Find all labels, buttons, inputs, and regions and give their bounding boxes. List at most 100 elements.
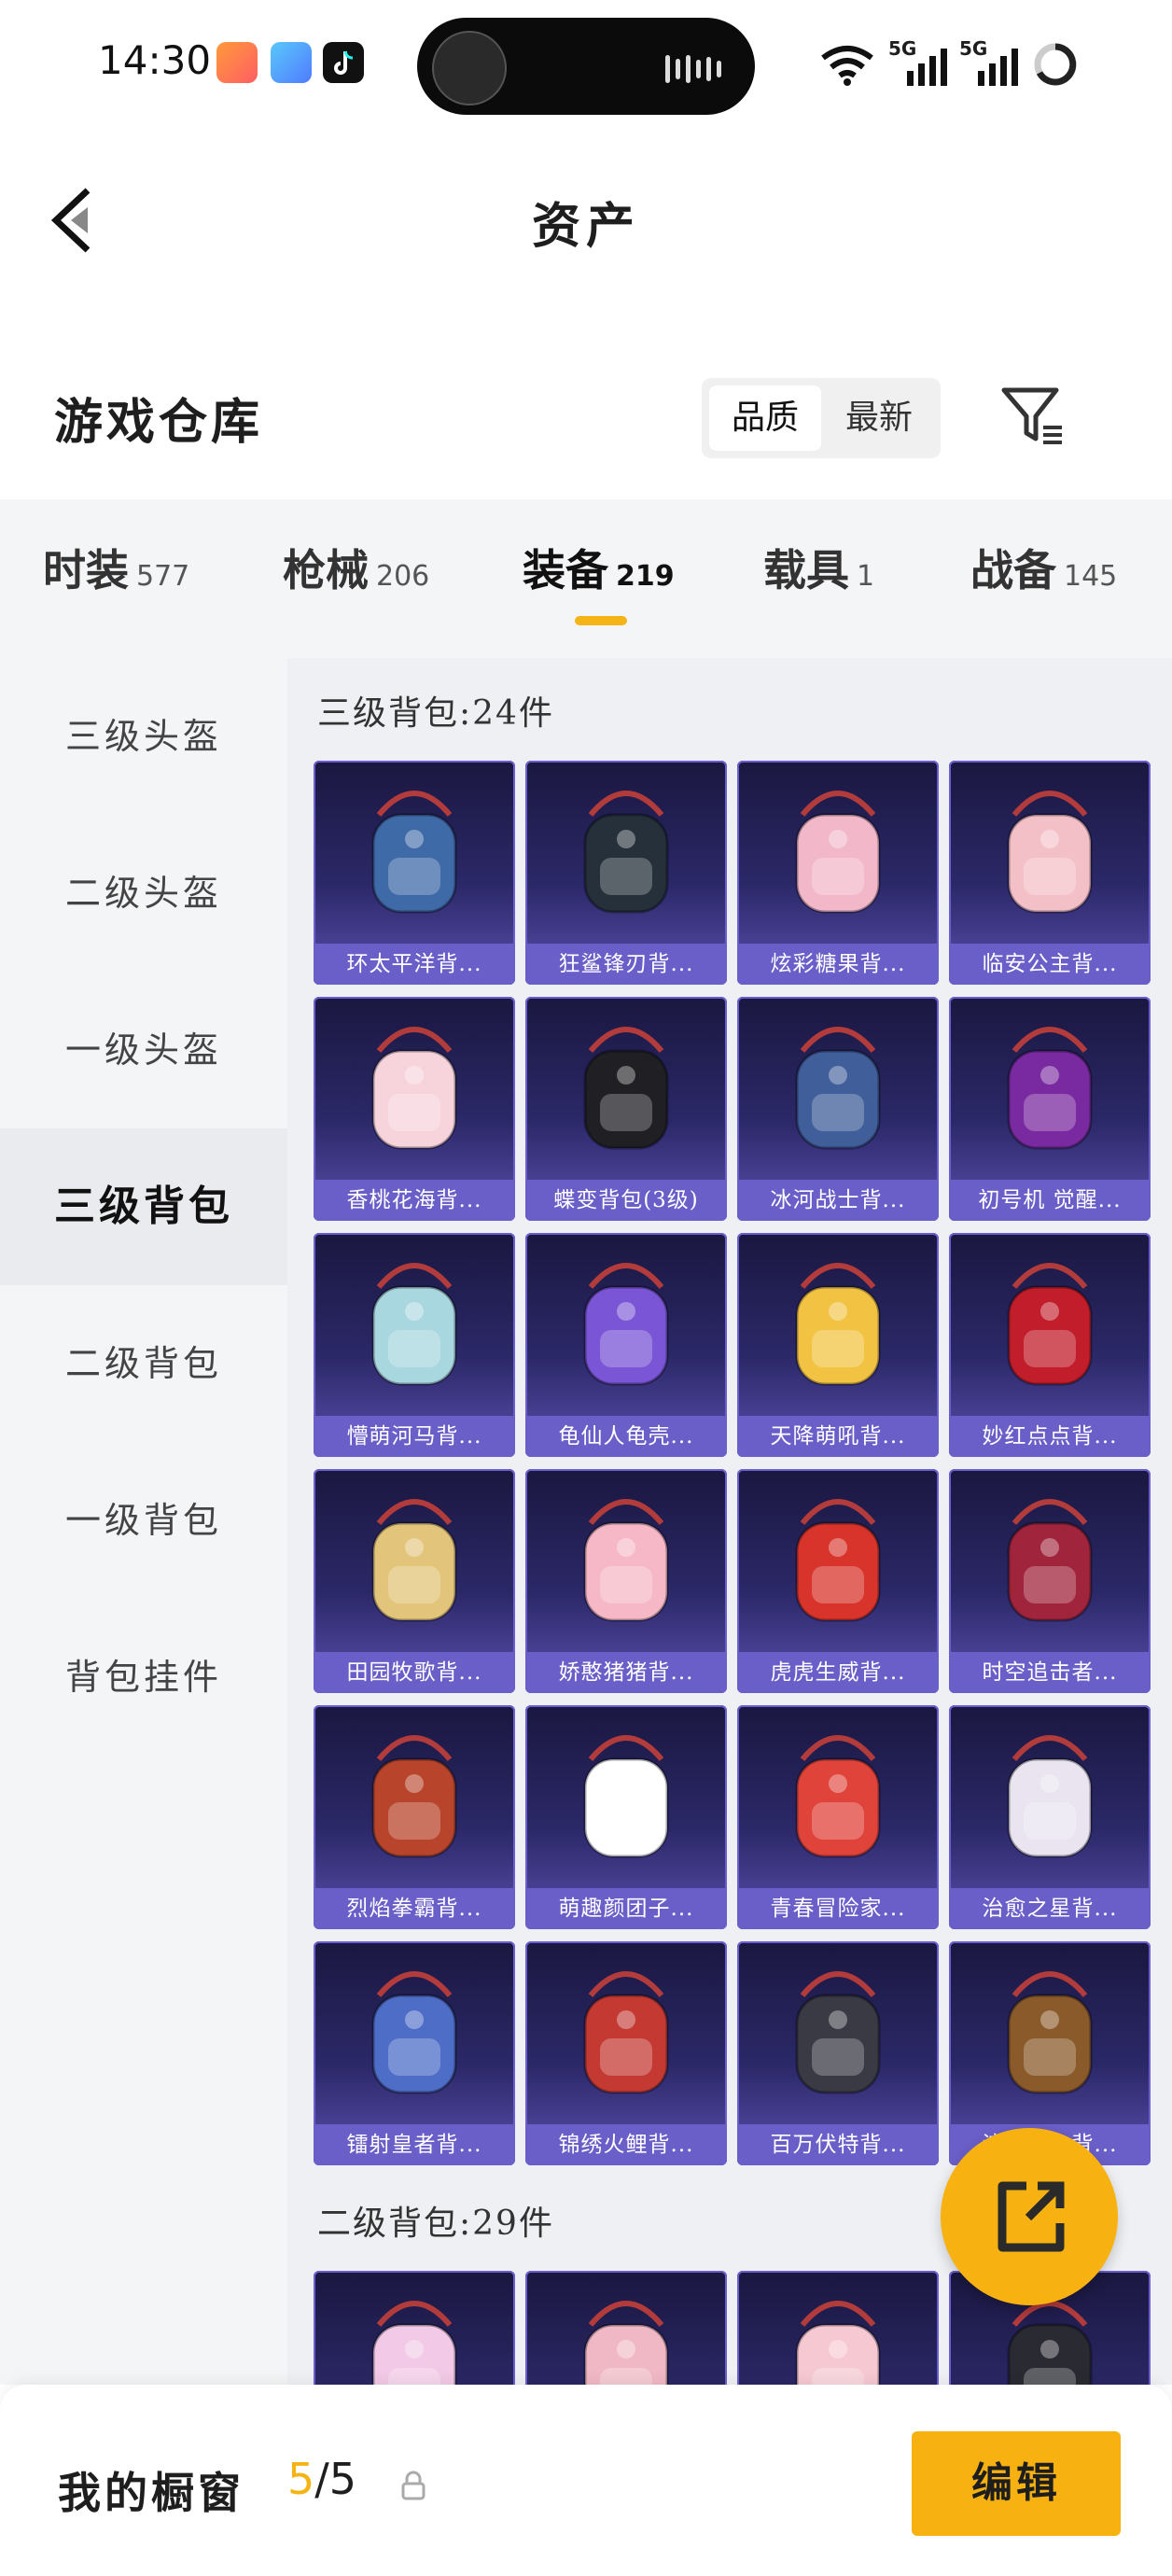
filter-icon[interactable] (998, 383, 1066, 450)
item-card[interactable]: 百万伏特背... (737, 1941, 939, 2165)
item-card[interactable]: 萌趣颜团子... (525, 1705, 727, 1929)
item-name: 初号机 觉醒... (949, 1180, 1151, 1221)
item-name: 蝶变背包(3级) (525, 1180, 727, 1221)
backpack-icon (795, 791, 881, 914)
item-card[interactable]: 初号机 觉醒... (949, 997, 1151, 1221)
backpack-icon (371, 1499, 457, 1622)
item-name: 时空追击者... (949, 1652, 1151, 1693)
share-button[interactable] (941, 2128, 1118, 2305)
music-cover-icon (432, 31, 507, 105)
item-name: 烈焰拳霸背... (314, 1888, 515, 1929)
item-card[interactable]: 锦绣火鲤背... (525, 1941, 727, 2165)
item-name: 萌趣颜团子... (525, 1888, 727, 1929)
tiktok-app-icon (323, 42, 364, 83)
group-title-level2-backpack: 二级背包:29件 (317, 2205, 554, 2243)
sort-toggle: 品质 最新 (702, 378, 941, 458)
item-card[interactable] (314, 2271, 515, 2385)
item-card[interactable]: 环太平洋背... (314, 761, 515, 985)
battery-ring-icon (1034, 43, 1077, 86)
backpack-icon (1007, 1735, 1093, 1858)
dynamic-island (417, 18, 755, 115)
item-name: 炫彩糖果背... (737, 944, 939, 985)
wifi-icon (821, 46, 873, 86)
item-card[interactable]: 田园牧歌背... (314, 1469, 515, 1693)
item-card[interactable]: 妙红点点背... (949, 1233, 1151, 1457)
sidebar-item-level2-helmet[interactable]: 二级头盔 (0, 815, 287, 972)
backpack-icon (583, 1027, 669, 1150)
sidebar-item-level3-helmet[interactable]: 三级头盔 (0, 658, 287, 815)
sort-quality-button[interactable]: 品质 (709, 385, 821, 451)
item-name: 狂鲨锋刃背... (525, 944, 727, 985)
warehouse-title: 游戏仓库 (54, 394, 264, 451)
item-name: 田园牧歌背... (314, 1652, 515, 1693)
backpack-icon (371, 1735, 457, 1858)
tab-vehicles[interactable]: 载具 1 (763, 537, 874, 598)
group-title-level3-backpack: 三级背包:24件 (317, 694, 554, 733)
backpack-icon (371, 1027, 457, 1150)
tab-fashion[interactable]: 时装 577 (43, 537, 189, 598)
backpack-icon (795, 2301, 881, 2385)
backpack-icon (1007, 1263, 1093, 1386)
item-card[interactable] (737, 2271, 939, 2385)
item-list[interactable]: 三级背包:24件 环太平洋背... 狂鲨锋刃背... 炫彩糖果背... 临安公主背..… (287, 658, 1172, 2385)
backpack-icon (795, 1499, 881, 1622)
sidebar-item-level1-helmet[interactable]: 一级头盔 (0, 972, 287, 1128)
backpack-icon (1007, 1971, 1093, 2094)
category-tabs: 时装 577 枪械 206 装备 219 载具 1 战备 145 (0, 499, 1172, 658)
sort-newest-button[interactable]: 最新 (823, 385, 935, 451)
subcategory-sidebar: 三级头盔 二级头盔 一级头盔 三级背包 二级背包 一级背包 背包挂件 (0, 658, 287, 2385)
item-name: 妙红点点背... (949, 1416, 1151, 1457)
item-card[interactable]: 懵萌河马背... (314, 1233, 515, 1457)
backpack-icon (583, 1499, 669, 1622)
item-card[interactable]: 烈焰拳霸背... (314, 1705, 515, 1929)
backpack-icon (583, 1971, 669, 2094)
backpack-icon (583, 1735, 669, 1858)
backpack-icon (371, 2301, 457, 2385)
item-name: 虎虎生威背... (737, 1652, 939, 1693)
item-card[interactable]: 镭射皇者背... (314, 1941, 515, 2165)
item-card[interactable]: 娇憨猪猪背... (525, 1469, 727, 1693)
showcase-count: 5/5 (287, 2454, 357, 2504)
sidebar-item-backpack-charm[interactable]: 背包挂件 (0, 1599, 287, 1756)
item-name: 锦绣火鲤背... (525, 2124, 727, 2165)
edit-button[interactable]: 编辑 (912, 2431, 1121, 2536)
lock-icon (401, 2471, 426, 2500)
backpack-icon (1007, 1027, 1093, 1150)
sidebar-item-level1-backpack[interactable]: 一级背包 (0, 1442, 287, 1599)
item-card[interactable]: 天降萌吼背... (737, 1233, 939, 1457)
backpack-icon (795, 1735, 881, 1858)
item-card[interactable]: 狂鲨锋刃背... (525, 761, 727, 985)
item-name: 懵萌河马背... (314, 1416, 515, 1457)
sidebar-item-level2-backpack[interactable]: 二级背包 (0, 1285, 287, 1442)
audio-wave-icon (665, 55, 721, 83)
sidebar-item-level3-backpack[interactable]: 三级背包 (0, 1128, 287, 1285)
backpack-icon (583, 2301, 669, 2385)
backpack-icon (371, 1971, 457, 2094)
item-card[interactable] (525, 2271, 727, 2385)
item-card[interactable]: 虎虎生威背... (737, 1469, 939, 1693)
tab-supplies[interactable]: 战备 145 (970, 537, 1117, 598)
backpack-icon (371, 1263, 457, 1386)
item-card[interactable]: 青春冒险家... (737, 1705, 939, 1929)
active-tab-indicator (575, 616, 627, 625)
backpack-icon (1007, 791, 1093, 914)
page-title: 资产 (531, 198, 640, 255)
backpack-icon (795, 1027, 881, 1150)
tab-equipment[interactable]: 装备 219 (523, 537, 675, 598)
backpack-icon (795, 1263, 881, 1386)
item-card[interactable]: 香桃花海背... (314, 997, 515, 1221)
item-card[interactable]: 炫彩糖果背... (737, 761, 939, 985)
signal-5g-icon: 5G (888, 37, 954, 86)
item-card[interactable]: 蝶变背包(3级) (525, 997, 727, 1221)
item-card[interactable]: 治愈之星背... (949, 1705, 1151, 1929)
item-card[interactable]: 冰河战士背... (737, 997, 939, 1221)
item-card[interactable]: 龟仙人龟壳... (525, 1233, 727, 1457)
item-card[interactable]: 时空追击者... (949, 1469, 1151, 1693)
backpack-icon (583, 791, 669, 914)
tab-firearms[interactable]: 枪械 206 (283, 537, 429, 598)
share-icon (998, 2181, 1065, 2252)
item-card[interactable]: 临安公主背... (949, 761, 1151, 985)
showcase-label: 我的橱窗 (58, 2468, 244, 2518)
video-app-icon (216, 42, 258, 83)
clock: 14:30 (98, 37, 212, 83)
